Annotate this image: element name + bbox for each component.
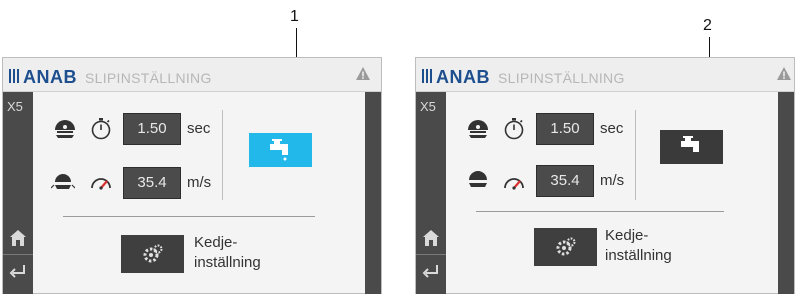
logo-bars — [422, 69, 432, 83]
screen-title: SLIPINSTÄLLNING — [85, 70, 212, 86]
gears-icon — [556, 237, 575, 256]
callout-number-1: 1 — [290, 8, 299, 25]
sidebar-label: X5 — [7, 99, 23, 114]
time-value-field[interactable]: 1.50 — [123, 113, 181, 145]
header: ANAB SLIPINSTÄLLNING — [3, 58, 381, 92]
chain-settings-button[interactable] — [534, 228, 597, 266]
right-strip — [778, 92, 794, 294]
gears-icon — [143, 244, 162, 263]
callout-number-2: 2 — [703, 17, 712, 34]
screen-2: ANAB SLIPINSTÄLLNING X5 1.50 sec 35.4 m/… — [415, 57, 795, 294]
time-value-field[interactable]: 1.50 — [536, 113, 594, 145]
wheel-speed-icon — [469, 171, 487, 187]
chain-settings-button[interactable] — [121, 235, 184, 273]
speedometer-icon — [91, 178, 111, 190]
screen-1: ANAB SLIPINSTÄLLNING X5 1.50 sec 35.4 m/… — [2, 57, 382, 294]
vertical-divider — [635, 110, 636, 200]
chain-label-line1: Kedje- — [605, 227, 649, 244]
sidebar-label: X5 — [420, 99, 436, 114]
water-tap-button[interactable] — [660, 130, 723, 164]
sidebar: X5 — [416, 92, 446, 294]
warning-icon[interactable] — [355, 66, 371, 82]
water-tap-icon — [680, 136, 699, 152]
header: ANAB SLIPINSTÄLLNING — [416, 58, 794, 92]
horizontal-divider — [476, 211, 724, 212]
time-unit: sec — [600, 120, 624, 137]
horizontal-divider — [63, 216, 315, 217]
water-tap-button[interactable] — [249, 133, 312, 167]
stopwatch-icon — [91, 118, 111, 140]
time-unit: sec — [187, 120, 211, 137]
sidebar: X5 — [3, 92, 33, 294]
home-icon[interactable] — [422, 229, 440, 247]
back-icon[interactable] — [9, 263, 27, 279]
speed-unit: m/s — [187, 174, 212, 191]
logo-bars — [9, 69, 19, 83]
right-strip — [365, 92, 381, 294]
speedometer-icon — [504, 178, 524, 190]
speed-value-field[interactable]: 35.4 — [536, 165, 594, 197]
vertical-divider — [222, 110, 223, 200]
grinding-wheel-icon — [468, 120, 488, 138]
speed-value-field[interactable]: 35.4 — [123, 167, 181, 199]
chain-label-line2: inställning — [194, 254, 261, 271]
sidebar-separator — [416, 254, 446, 255]
warning-icon[interactable] — [776, 66, 792, 82]
back-icon[interactable] — [422, 263, 440, 279]
wheel-speed-icon — [51, 174, 75, 189]
chain-settings-label: Kedje- inställning — [194, 233, 261, 273]
water-tap-icon — [269, 139, 288, 161]
sidebar-separator — [3, 254, 33, 255]
speed-unit: m/s — [600, 172, 625, 189]
stopwatch-icon — [504, 118, 524, 140]
logo: ANAB — [23, 67, 77, 87]
home-icon[interactable] — [9, 229, 27, 247]
chain-label-line2: inställning — [605, 247, 672, 264]
grinding-wheel-icon — [55, 120, 75, 138]
screen-title: SLIPINSTÄLLNING — [498, 70, 625, 86]
chain-label-line1: Kedje- — [194, 234, 238, 251]
chain-settings-label: Kedje- inställning — [605, 226, 672, 266]
logo: ANAB — [436, 67, 490, 87]
